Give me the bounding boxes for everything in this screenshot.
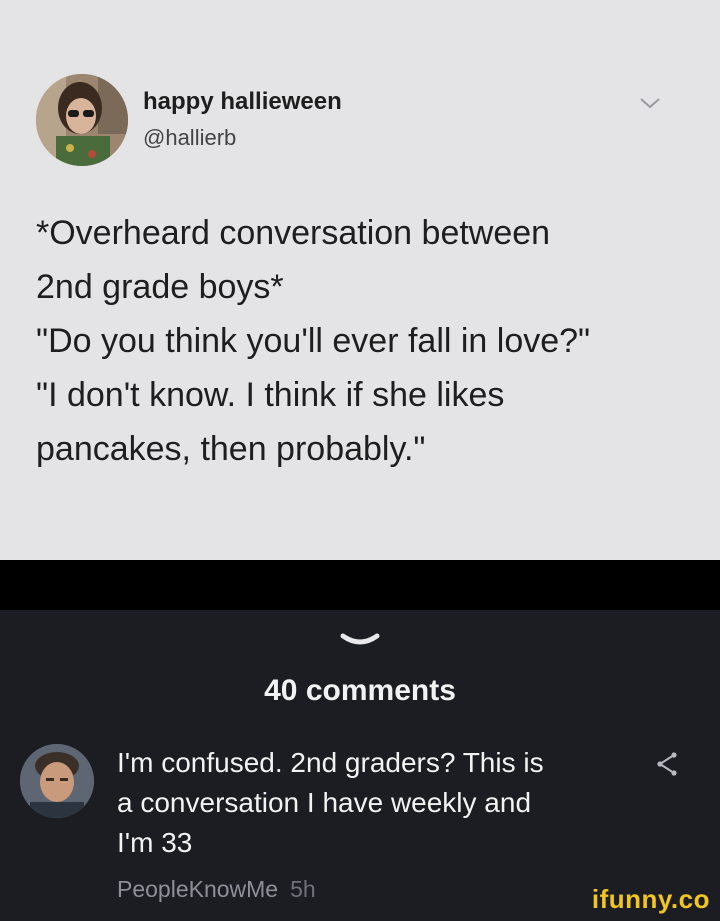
tweet-author-handle[interactable]: @hallierb — [143, 125, 236, 151]
comment-author[interactable]: PeopleKnowMe — [117, 876, 278, 902]
tweet-line: *Overheard conversation between — [36, 214, 551, 252]
comment-line: a conversation I have weekly and — [117, 787, 532, 818]
comment-line: I'm confused. 2nd graders? This is — [117, 747, 544, 778]
commenter-avatar[interactable] — [20, 744, 94, 818]
tweet-body: *Overheard conversation between 2nd grad… — [36, 206, 696, 476]
tweet-line: "Do you think you'll ever fall in love?" — [36, 322, 591, 360]
separator-band — [0, 560, 720, 610]
comments-count[interactable]: 40 comments — [0, 674, 720, 708]
comment-line: I'm 33 — [117, 827, 193, 858]
comment-time: 5h — [290, 876, 316, 902]
tweet-author-avatar[interactable] — [36, 74, 128, 166]
comment-meta: PeopleKnowMe 5h — [117, 876, 316, 903]
tweet-line: pancakes, then probably." — [36, 430, 426, 468]
tweet-author-name[interactable]: happy hallieween — [143, 88, 342, 116]
collapse-chevron-icon[interactable] — [340, 632, 380, 650]
chevron-down-icon[interactable] — [639, 96, 661, 110]
share-icon[interactable] — [654, 751, 680, 777]
comment-text: I'm confused. 2nd graders? This is a con… — [117, 743, 637, 863]
tweet-line: "I don't know. I think if she likes — [36, 376, 505, 414]
comments-panel: 40 comments I'm confused. 2nd graders? T… — [0, 610, 720, 921]
tweet-card: happy hallieween @hallierb *Overheard co… — [0, 0, 720, 560]
tweet-line: 2nd grade boys* — [36, 268, 284, 306]
ifunny-watermark: ifunny.co — [591, 884, 710, 914]
